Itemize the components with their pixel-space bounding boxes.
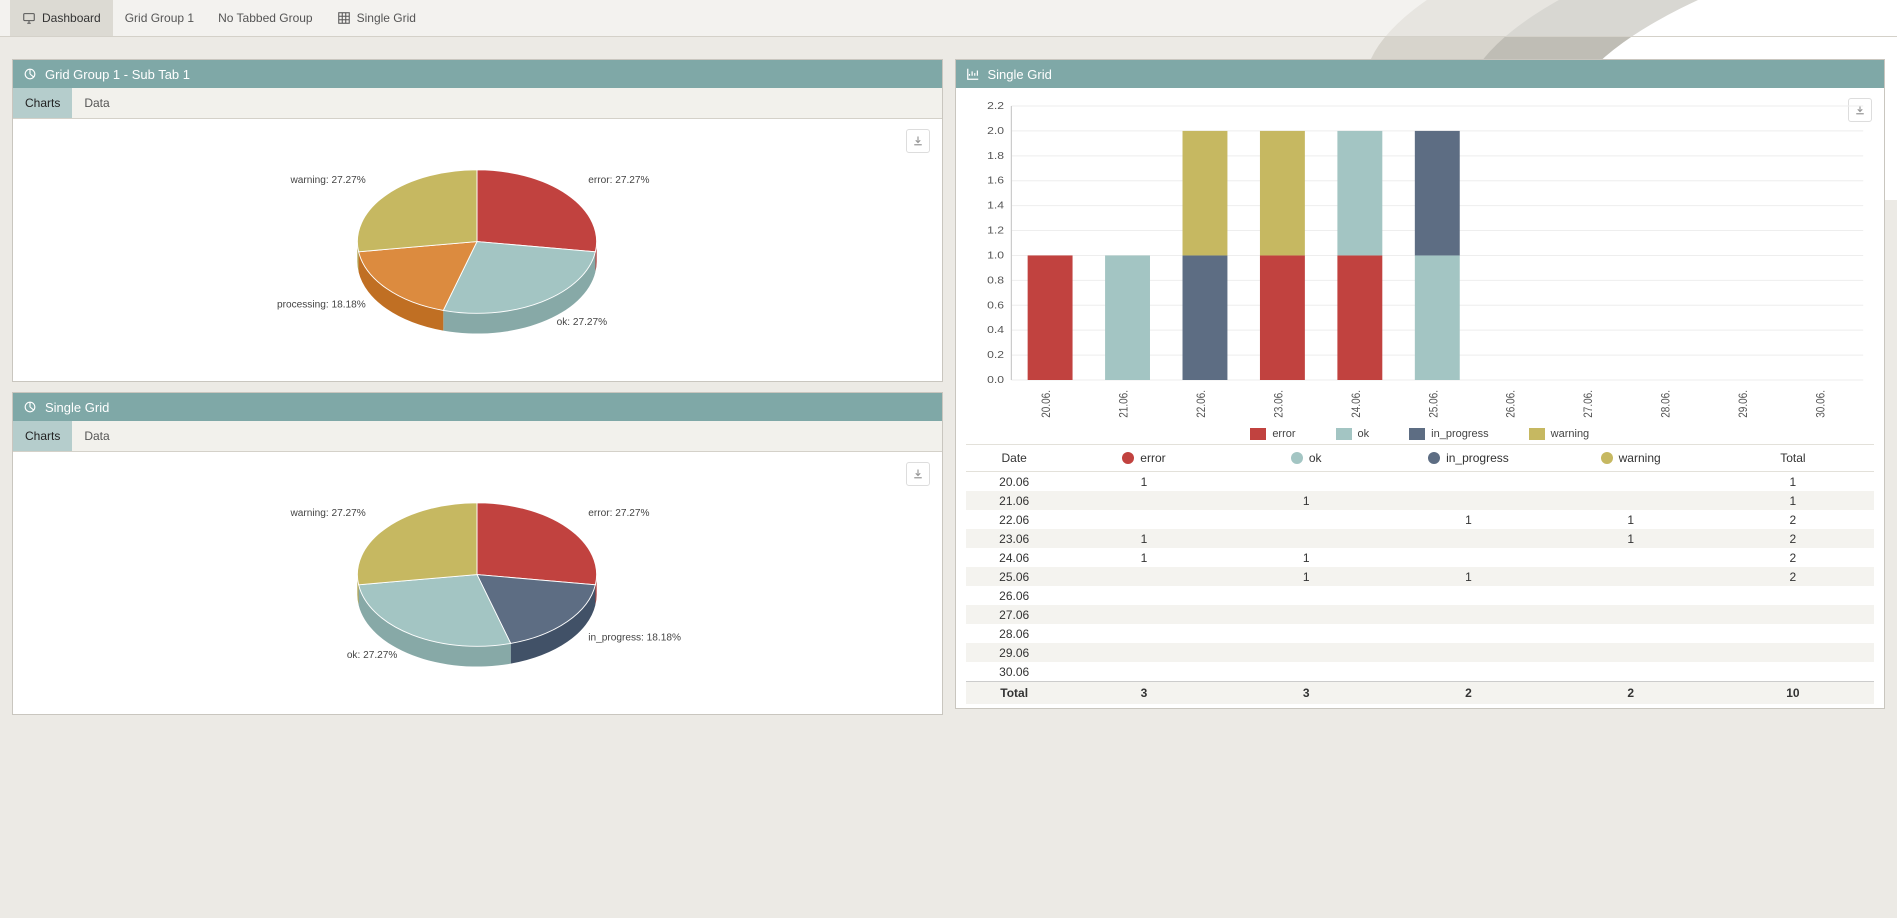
tab-ntg[interactable]: No Tabbed Group <box>206 0 325 36</box>
svg-text:1.2: 1.2 <box>987 225 1004 236</box>
table-row: 26.06 <box>966 586 1875 605</box>
svg-text:0.6: 0.6 <box>987 300 1004 311</box>
panel-header: Grid Group 1 - Sub Tab 1 <box>13 60 942 88</box>
col-in_progress[interactable]: in_progress <box>1387 451 1549 465</box>
tab-label: Single Grid <box>357 11 416 25</box>
panel-title: Grid Group 1 - Sub Tab 1 <box>45 67 190 82</box>
svg-text:21.06.: 21.06. <box>1117 390 1130 418</box>
svg-text:28.06.: 28.06. <box>1659 390 1672 418</box>
data-table-body: 20.061121.061122.0611223.0611224.0611225… <box>966 472 1875 704</box>
svg-text:ok: 27.27%: ok: 27.27% <box>347 650 398 661</box>
sub-tabs: ChartsData <box>13 88 942 119</box>
bar-chart: 0.0 0.2 0.4 0.6 0.8 1.0 1.2 1.4 1.6 1.8 2.0 2.2 20.0… <box>970 100 1871 420</box>
col-warning[interactable]: warning <box>1550 451 1712 465</box>
table-row: 25.06112 <box>966 567 1875 586</box>
panel-gg1: Grid Group 1 - Sub Tab 1 ChartsData error:… <box>12 59 943 382</box>
pie-chart: error: 27.27% ok: 27.27% processing: 18.18… <box>23 127 932 369</box>
sub-tab-charts[interactable]: Charts <box>13 421 72 451</box>
svg-text:warning: 27.27%: warning: 27.27% <box>290 508 366 519</box>
table-row: 22.06112 <box>966 510 1875 529</box>
monitor-icon <box>22 11 36 25</box>
panel-sg-left: Single Grid ChartsData error: 27.27% in_pro… <box>12 392 943 715</box>
svg-text:1.4: 1.4 <box>987 201 1004 212</box>
tab-sg[interactable]: Single Grid <box>325 0 428 36</box>
table-row: 23.06112 <box>966 529 1875 548</box>
panel-header: Single Grid <box>13 393 942 421</box>
svg-text:27.06.: 27.06. <box>1582 390 1595 418</box>
svg-text:1.6: 1.6 <box>987 176 1004 187</box>
table-row: 24.06112 <box>966 548 1875 567</box>
svg-text:24.06.: 24.06. <box>1350 390 1363 418</box>
tab-label: No Tabbed Group <box>218 11 313 25</box>
col-ok[interactable]: ok <box>1225 451 1387 465</box>
table-row: 29.06 <box>966 643 1875 662</box>
svg-text:error: 27.27%: error: 27.27% <box>588 508 649 519</box>
bar-legend: error ok in_progress warning <box>966 420 1875 444</box>
svg-text:23.06.: 23.06. <box>1272 390 1285 418</box>
sub-tab-data[interactable]: Data <box>72 421 121 451</box>
table-row: 27.06 <box>966 605 1875 624</box>
panel-single-grid-bar: Single Grid 0.0 0.2 0.4 0.6 0.8 1.0 1.2 1.4 1.6 1… <box>955 59 1886 709</box>
pie-icon <box>23 400 37 414</box>
svg-text:0.0: 0.0 <box>987 375 1004 386</box>
table-row: 21.0611 <box>966 491 1875 510</box>
legend-warning[interactable]: warning <box>1529 428 1590 440</box>
bar-icon <box>966 67 980 81</box>
table-row: 28.06 <box>966 624 1875 643</box>
svg-text:1.8: 1.8 <box>987 151 1004 162</box>
download-button[interactable] <box>906 129 930 153</box>
panel-title: Single Grid <box>45 400 109 415</box>
sub-tabs: ChartsData <box>13 421 942 452</box>
svg-text:2.2: 2.2 <box>987 101 1004 112</box>
svg-text:29.06.: 29.06. <box>1737 390 1750 418</box>
svg-text:ok: 27.27%: ok: 27.27% <box>557 317 608 328</box>
svg-text:0.4: 0.4 <box>987 325 1004 336</box>
col-Total[interactable]: Total <box>1712 451 1874 465</box>
col-Date[interactable]: Date <box>966 451 1063 465</box>
svg-text:25.06.: 25.06. <box>1427 390 1440 418</box>
tab-dashboard[interactable]: Dashboard <box>10 0 113 36</box>
download-button[interactable] <box>906 462 930 486</box>
top-nav: Dashboard Grid Group 1 No Tabbed Group Sing… <box>0 0 1897 37</box>
tab-gg1[interactable]: Grid Group 1 <box>113 0 206 36</box>
svg-text:processing: 18.18%: processing: 18.18% <box>277 299 366 310</box>
legend-in_progress[interactable]: in_progress <box>1409 428 1488 440</box>
svg-text:warning: 27.27%: warning: 27.27% <box>290 175 366 186</box>
svg-text:in_progress: 18.18%: in_progress: 18.18% <box>588 632 681 643</box>
pie-chart: error: 27.27% in_progress: 18.18% ok: 27.2… <box>23 460 932 702</box>
panel-header: Single Grid <box>956 60 1885 88</box>
svg-text:1.0: 1.0 <box>987 250 1004 261</box>
tab-label: Dashboard <box>42 11 101 25</box>
svg-text:22.06.: 22.06. <box>1195 390 1208 418</box>
col-error[interactable]: error <box>1063 451 1225 465</box>
legend-error[interactable]: error <box>1250 428 1295 440</box>
grid-icon <box>337 11 351 25</box>
data-table-head: Dateerrorokin_progresswarningTotal <box>966 444 1875 472</box>
svg-text:error: 27.27%: error: 27.27% <box>588 175 649 186</box>
panel-title: Single Grid <box>988 67 1052 82</box>
svg-text:26.06.: 26.06. <box>1504 390 1517 418</box>
svg-text:20.06.: 20.06. <box>1040 390 1053 418</box>
svg-text:0.8: 0.8 <box>987 275 1004 286</box>
table-row: 30.06 <box>966 662 1875 681</box>
tab-label: Grid Group 1 <box>125 11 194 25</box>
table-row-total: Total332210 <box>966 681 1875 704</box>
table-row: 20.0611 <box>966 472 1875 491</box>
sub-tab-data[interactable]: Data <box>72 88 121 118</box>
pie-icon <box>23 67 37 81</box>
legend-ok[interactable]: ok <box>1336 428 1370 440</box>
svg-text:30.06.: 30.06. <box>1814 390 1827 418</box>
svg-text:2.0: 2.0 <box>987 126 1004 137</box>
svg-text:0.2: 0.2 <box>987 350 1004 361</box>
sub-tab-charts[interactable]: Charts <box>13 88 72 118</box>
